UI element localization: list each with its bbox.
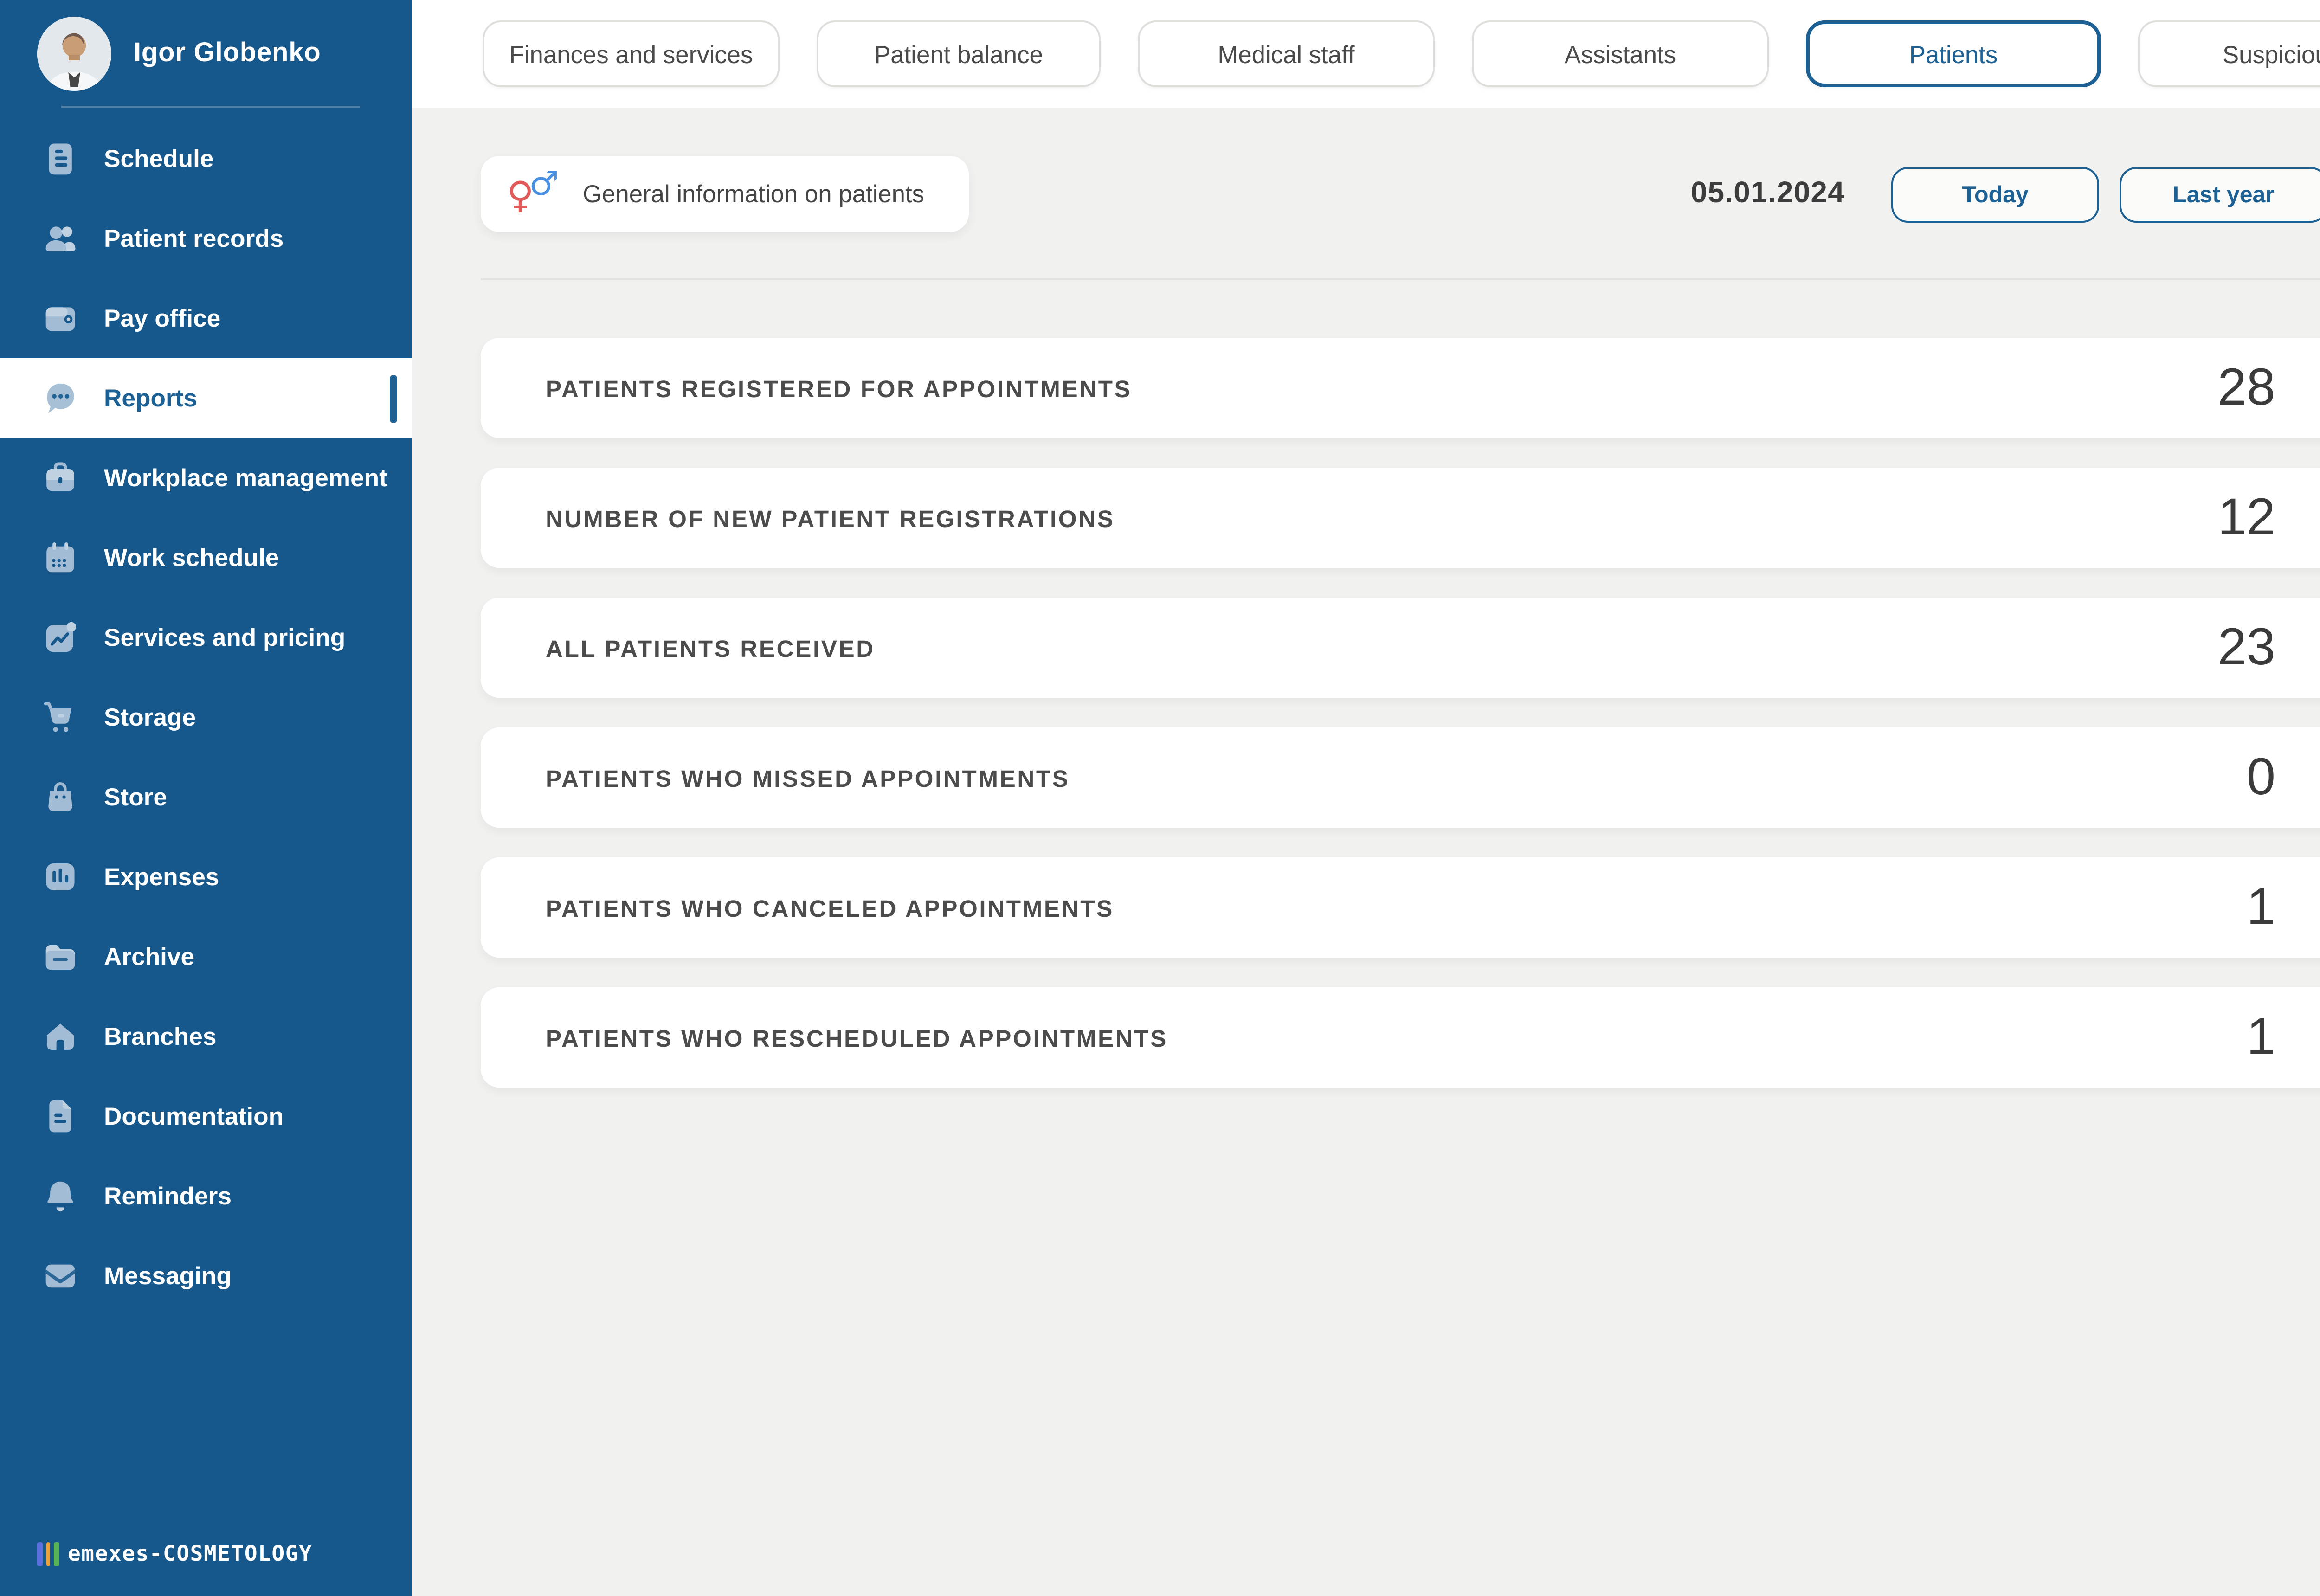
report-type-label: General information on patients: [583, 180, 925, 208]
report-row-card: PATIENTS REGISTERED FOR APPOINTMENTS 28: [481, 338, 2320, 438]
logo-bars-icon: [37, 1540, 58, 1566]
sidebar-item-services-and-pricing[interactable]: Services and pricing: [0, 598, 412, 677]
gender-icon: ♀ ♂: [507, 164, 564, 218]
sidebar-item-label: Reminders: [104, 1182, 232, 1210]
row-label: PATIENTS REGISTERED FOR APPOINTMENTS: [546, 374, 1132, 402]
sidebar-item-label: Patient records: [104, 225, 284, 252]
today-button[interactable]: Today: [1891, 166, 2099, 222]
report-row-card: NUMBER OF NEW PATIENT REGISTRATIONS 12: [481, 468, 2320, 568]
sidebar-item-label: Branches: [104, 1023, 217, 1050]
tab-bar: Finances and services Patient balance Me…: [412, 0, 2320, 108]
tab-assistants[interactable]: Assistants: [1472, 20, 1769, 87]
reports-icon: [41, 379, 80, 418]
sidebar-item-label: Store: [104, 783, 167, 811]
sidebar-item-branches[interactable]: Branches: [0, 997, 412, 1076]
sidebar-item-label: Services and pricing: [104, 624, 346, 651]
last-year-button[interactable]: Last year: [2120, 166, 2320, 222]
tab-finances-and-services[interactable]: Finances and services: [483, 20, 780, 87]
tab-medical-staff[interactable]: Medical staff: [1138, 20, 1435, 87]
schedule-icon: [41, 139, 80, 178]
report-row-card: PATIENTS WHO CANCELED APPOINTMENTS 1: [481, 857, 2320, 958]
patient-records-icon: [41, 219, 80, 258]
sidebar-item-label: Archive: [104, 943, 195, 971]
toolbar: ♀ ♂ General information on patients 05.0…: [481, 156, 2320, 232]
report-row-missed: PATIENTS WHO MISSED APPOINTMENTS 0 SEE T…: [481, 727, 2320, 828]
user-profile[interactable]: Igor Globenko: [0, 0, 412, 106]
expenses-icon: [41, 857, 80, 896]
tab-patient-balance[interactable]: Patient balance: [817, 20, 1101, 87]
sidebar-item-label: Reports: [104, 384, 197, 412]
sidebar-item-storage[interactable]: Storage: [0, 677, 412, 757]
toolbar-divider: [481, 278, 2320, 280]
current-date: 05.01.2024: [1690, 177, 1845, 209]
sidebar-nav: Schedule Patient records Pay office Repo…: [0, 119, 412, 1316]
sidebar-item-label: Pay office: [104, 304, 221, 332]
storage-icon: [41, 698, 80, 737]
branches-icon: [41, 1017, 80, 1056]
sidebar-item-label: Work schedule: [104, 544, 279, 572]
report-row-card: PATIENTS WHO RESCHEDULED APPOINTMENTS 1: [481, 987, 2320, 1088]
report-row-new-registrations: NUMBER OF NEW PATIENT REGISTRATIONS 12 S…: [481, 468, 2320, 568]
sidebar-item-expenses[interactable]: Expenses: [0, 837, 412, 917]
sidebar-item-workplace-management[interactable]: Workplace management: [0, 438, 412, 518]
messaging-icon: [41, 1256, 80, 1295]
sidebar-item-reminders[interactable]: Reminders: [0, 1156, 412, 1236]
sidebar-item-messaging[interactable]: Messaging: [0, 1236, 412, 1316]
report-row-canceled: PATIENTS WHO CANCELED APPOINTMENTS 1 SEE…: [481, 857, 2320, 958]
sidebar-item-reports[interactable]: Reports: [0, 358, 412, 438]
sidebar-item-label: Schedule: [104, 145, 214, 173]
sidebar: Igor Globenko Schedule Patient records P…: [0, 0, 412, 1596]
row-value: 1: [2246, 1008, 2275, 1065]
tab-patients[interactable]: Patients: [1806, 20, 2101, 87]
sidebar-item-label: Storage: [104, 703, 196, 731]
row-label: PATIENTS WHO CANCELED APPOINTMENTS: [546, 894, 1114, 921]
avatar: [37, 17, 111, 91]
archive-icon: [41, 937, 80, 976]
services-pricing-icon: [41, 618, 80, 657]
report-row-registered: PATIENTS REGISTERED FOR APPOINTMENTS 28 …: [481, 338, 2320, 438]
work-schedule-icon: [41, 538, 80, 577]
report-row-all-received: ALL PATIENTS RECEIVED 23 SEE THE SCHEDUL…: [481, 598, 2320, 698]
sidebar-item-label: Documentation: [104, 1102, 284, 1130]
report-row-rescheduled: PATIENTS WHO RESCHEDULED APPOINTMENTS 1 …: [481, 987, 2320, 1088]
row-value: 23: [2217, 618, 2275, 676]
main-content: Finances and services Patient balance Me…: [412, 0, 2320, 1596]
row-value: 1: [2246, 878, 2275, 935]
brand-logo: emexes-COSMETOLOGY: [0, 1540, 412, 1596]
row-label: PATIENTS WHO RESCHEDULED APPOINTMENTS: [546, 1023, 1168, 1051]
sidebar-item-documentation[interactable]: Documentation: [0, 1076, 412, 1156]
report-type-chip[interactable]: ♀ ♂ General information on patients: [481, 156, 969, 232]
sidebar-item-label: Expenses: [104, 863, 219, 891]
sidebar-item-pay-office[interactable]: Pay office: [0, 278, 412, 358]
row-value: 0: [2246, 748, 2275, 805]
sidebar-item-work-schedule[interactable]: Work schedule: [0, 518, 412, 598]
app-window: Igor Globenko Schedule Patient records P…: [0, 0, 2320, 1596]
reminders-icon: [41, 1177, 80, 1216]
report-row-card: PATIENTS WHO MISSED APPOINTMENTS 0: [481, 727, 2320, 828]
row-label: NUMBER OF NEW PATIENT REGISTRATIONS: [546, 504, 1115, 532]
row-value: 12: [2217, 488, 2275, 546]
tab-suspicious-activities[interactable]: Suspicious activities: [2138, 20, 2320, 87]
pay-office-icon: [41, 299, 80, 338]
male-icon: ♂: [529, 164, 559, 203]
row-label: PATIENTS WHO MISSED APPOINTMENTS: [546, 764, 1070, 792]
logo-text: emexes-COSMETOLOGY: [68, 1540, 313, 1566]
row-label: ALL PATIENTS RECEIVED: [546, 634, 875, 662]
documentation-icon: [41, 1097, 80, 1136]
sidebar-divider: [61, 106, 360, 108]
sidebar-item-label: Messaging: [104, 1262, 232, 1290]
sidebar-item-schedule[interactable]: Schedule: [0, 119, 412, 199]
user-name: Igor Globenko: [134, 39, 321, 69]
store-icon: [41, 778, 80, 817]
sidebar-item-patient-records[interactable]: Patient records: [0, 199, 412, 278]
active-indicator: [390, 374, 397, 422]
report-list: PATIENTS REGISTERED FOR APPOINTMENTS 28 …: [481, 338, 2320, 1088]
row-value: 28: [2217, 358, 2275, 416]
sidebar-item-archive[interactable]: Archive: [0, 917, 412, 997]
sidebar-item-store[interactable]: Store: [0, 757, 412, 837]
sidebar-item-label: Workplace management: [104, 464, 387, 492]
workplace-management-icon: [41, 458, 80, 497]
report-row-card: ALL PATIENTS RECEIVED 23: [481, 598, 2320, 698]
